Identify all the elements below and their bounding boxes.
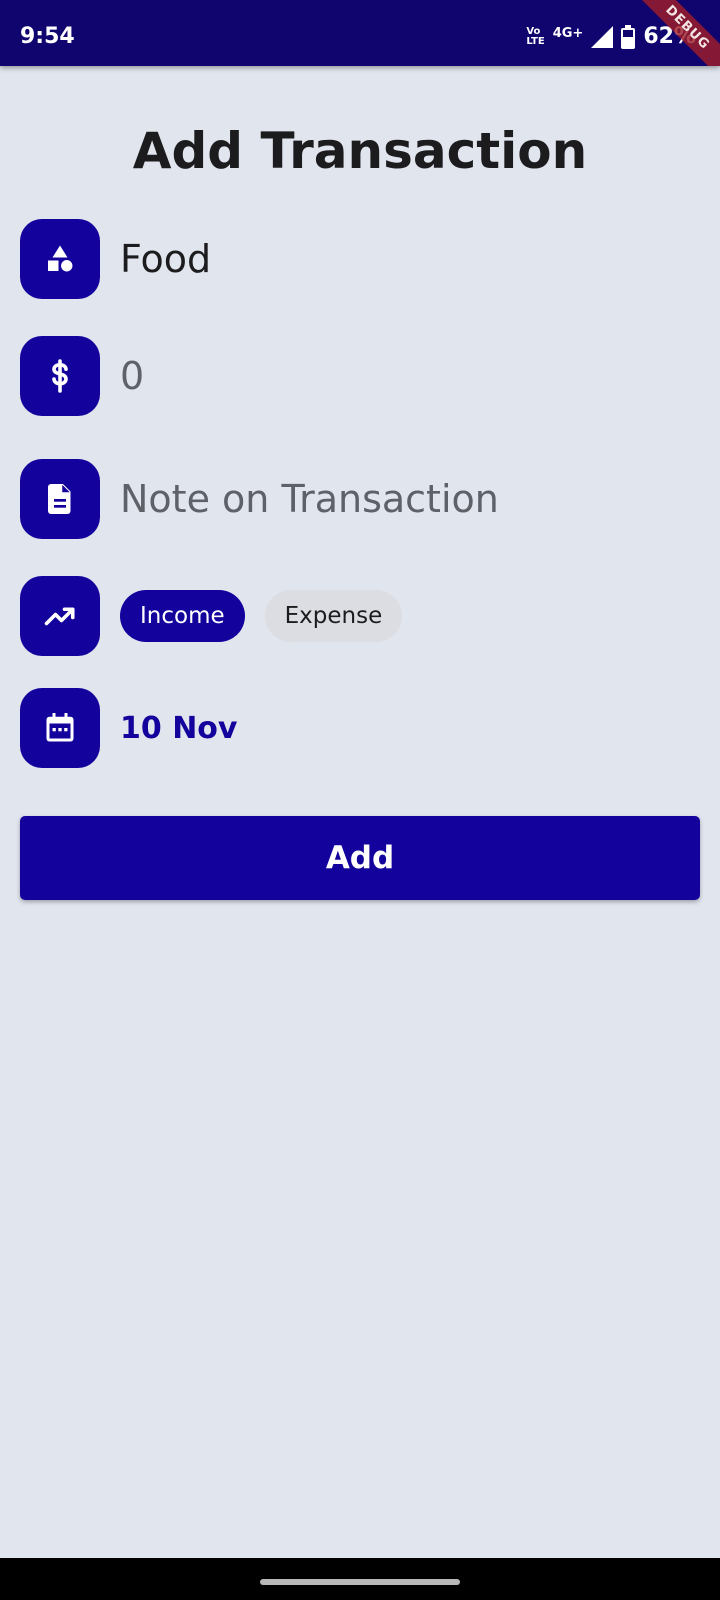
category-shapes-icon bbox=[48, 245, 73, 272]
network-type: 4G+ bbox=[552, 26, 584, 41]
note-row[interactable]: Note on Transaction bbox=[20, 459, 499, 539]
amount-icon-box bbox=[20, 336, 100, 416]
note-input[interactable]: Note on Transaction bbox=[120, 477, 499, 521]
category-row[interactable]: Food bbox=[20, 219, 211, 299]
income-chip[interactable]: Income bbox=[120, 590, 245, 642]
navigation-bar bbox=[0, 1558, 720, 1600]
dollar-icon bbox=[52, 359, 68, 393]
transaction-type-row: Income Expense bbox=[20, 576, 403, 656]
date-value[interactable]: 10 Nov bbox=[120, 711, 237, 746]
status-time: 9:54 bbox=[20, 24, 75, 49]
note-icon-box bbox=[20, 459, 100, 539]
category-icon-box[interactable] bbox=[20, 219, 100, 299]
calendar-icon bbox=[46, 713, 74, 742]
amount-row[interactable]: 0 bbox=[20, 336, 144, 416]
volte-label: Vo bbox=[526, 25, 541, 37]
add-button[interactable]: Add bbox=[20, 816, 700, 900]
signal-icon bbox=[591, 25, 614, 48]
status-bar: 9:54 Vo LTE 4G+ 62% DEBUG bbox=[0, 0, 720, 66]
battery-icon bbox=[621, 24, 636, 49]
amount-input[interactable]: 0 bbox=[120, 354, 144, 398]
category-value[interactable]: Food bbox=[120, 237, 211, 281]
document-icon bbox=[48, 484, 71, 514]
expense-chip[interactable]: Expense bbox=[264, 590, 403, 642]
date-row[interactable]: 10 Nov bbox=[20, 688, 237, 768]
volte-indicator: Vo LTE bbox=[526, 25, 545, 47]
page-title: Add Transaction bbox=[132, 122, 588, 180]
lte-label: LTE bbox=[526, 35, 545, 47]
home-gesture-handle[interactable] bbox=[260, 1579, 460, 1585]
type-icon-box bbox=[20, 576, 100, 656]
date-icon-box[interactable] bbox=[20, 688, 100, 768]
trending-up-icon bbox=[44, 607, 75, 626]
